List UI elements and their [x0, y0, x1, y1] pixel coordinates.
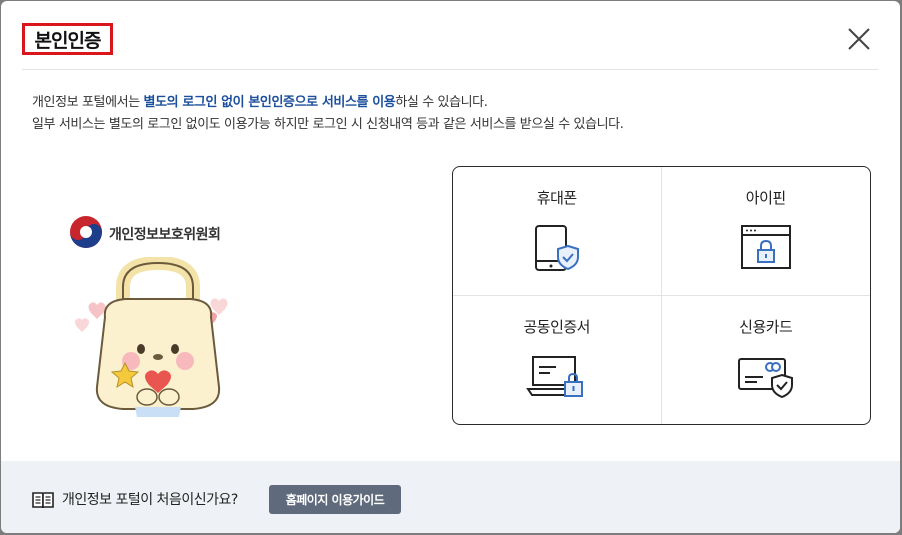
auth-modal: 본인인증 개인정보 포털에서는 별도의 로그인 없이 본인인증으로 서비스를 이… — [1, 1, 900, 533]
modal-title-box: 본인인증 — [22, 23, 113, 55]
taegeuk-emblem-icon — [69, 215, 103, 253]
first-visit-question: 개인정보 포털이 처음이신가요? — [62, 492, 238, 508]
mascot-illustration — [73, 255, 243, 421]
description-text: 개인정보 포털에서는 — [32, 95, 144, 110]
laptop-lock-icon — [525, 353, 588, 405]
auth-method-label: 아이핀 — [745, 189, 786, 207]
auth-method-mobile[interactable]: 휴대폰 — [453, 167, 662, 296]
footer-bar: 개인정보 포털이 처음이신가요? 홈페이지 이용가이드 — [1, 461, 900, 533]
auth-method-certificate[interactable]: 공동인증서 — [453, 295, 662, 424]
auth-method-label: 신용카드 — [739, 317, 793, 336]
auth-method-label: 휴대폰 — [536, 189, 577, 207]
auth-method-label: 공동인증서 — [523, 317, 590, 336]
modal-title: 본인인증 — [34, 29, 102, 52]
browser-lock-icon — [740, 224, 792, 276]
book-icon — [32, 491, 54, 513]
auth-method-ipin[interactable]: 아이핀 — [661, 167, 870, 296]
mobile-phone-shield-icon — [532, 224, 582, 278]
description-line-2: 일부 서비스는 별도의 로그인 없이도 이용가능 하지만 로그인 시 신청내역 … — [32, 117, 624, 132]
close-icon[interactable] — [847, 27, 871, 51]
description-highlight: 별도의 로그인 없이 본인인증으로 서비스를 이용 — [143, 95, 396, 110]
description-text-end: 하실 수 있습니다. — [395, 95, 488, 110]
auth-method-credit-card[interactable]: 신용카드 — [662, 296, 871, 425]
description: 개인정보 포털에서는 별도의 로그인 없이 본인인증으로 서비스를 이용하실 수… — [32, 92, 624, 136]
description-line-1: 개인정보 포털에서는 별도의 로그인 없이 본인인증으로 서비스를 이용하실 수… — [32, 92, 623, 114]
credit-card-shield-icon — [737, 353, 795, 403]
logo-text: 개인정보보호위원회 — [109, 227, 221, 243]
auth-method-grid: 휴대폰 아이핀 공동인증서 신용카드 — [452, 166, 871, 425]
title-divider — [22, 69, 878, 70]
user-guide-button[interactable]: 홈페이지 이용가이드 — [269, 485, 401, 514]
pipc-logo: 개인정보보호위원회 — [69, 215, 221, 253]
